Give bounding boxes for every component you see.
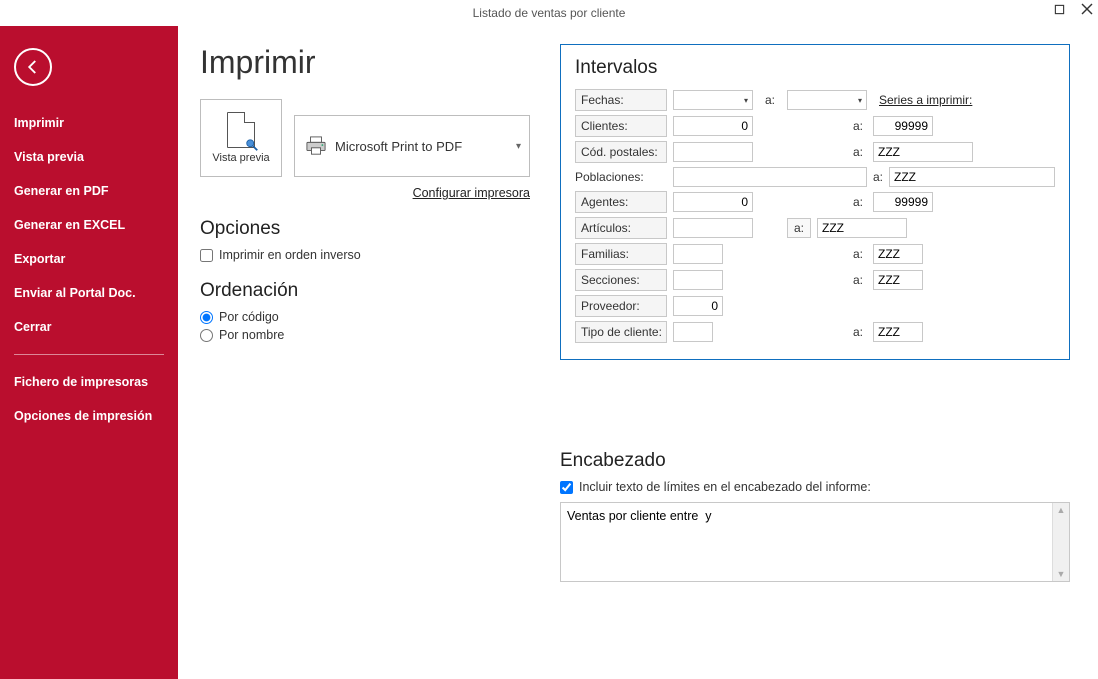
page-title: Imprimir xyxy=(200,44,530,81)
intervalos-panel: Intervalos Fechas: ▾ a: ▾ Series a impri… xyxy=(560,44,1070,360)
vista-previa-button[interactable]: Vista previa xyxy=(200,99,282,177)
clientes-label: Clientes: xyxy=(575,115,667,137)
a-label: a: xyxy=(787,218,811,238)
poblaciones-to-input[interactable] xyxy=(889,167,1055,187)
sidebar-item-cerrar[interactable]: Cerrar xyxy=(0,310,178,344)
agentes-to-input[interactable] xyxy=(873,192,933,212)
a-label: a: xyxy=(787,145,867,159)
printer-icon xyxy=(305,136,327,156)
fechas-from-combo[interactable]: ▾ xyxy=(673,90,753,110)
sidebar-item-vista[interactable]: Vista previa xyxy=(0,140,178,174)
sort-name-input[interactable] xyxy=(200,329,213,342)
configure-printer-link[interactable]: Configurar impresora xyxy=(413,186,530,200)
agentes-label: Agentes: xyxy=(575,191,667,213)
fechas-label: Fechas: xyxy=(575,89,667,111)
reverse-order-input[interactable] xyxy=(200,249,213,262)
a-label: a: xyxy=(873,170,883,184)
include-limits-checkbox[interactable]: Incluir texto de límites en el encabezad… xyxy=(560,480,1070,494)
chevron-down-icon: ▾ xyxy=(744,96,748,105)
back-button[interactable] xyxy=(14,48,52,86)
sidebar-item-imprimir[interactable]: Imprimir xyxy=(0,106,178,140)
vista-previa-label: Vista previa xyxy=(212,152,269,164)
intervalos-heading: Intervalos xyxy=(575,57,1055,79)
titlebar: Listado de ventas por cliente xyxy=(0,0,1098,26)
sort-name-label: Por nombre xyxy=(219,328,284,342)
sidebar-separator xyxy=(14,354,164,355)
cp-from-input[interactable] xyxy=(673,142,753,162)
a-label: a: xyxy=(787,247,867,261)
sidebar-item-pdf[interactable]: Generar en PDF xyxy=(0,174,178,208)
printer-selector[interactable]: Microsoft Print to PDF ▾ xyxy=(294,115,530,177)
poblaciones-from-input[interactable] xyxy=(673,167,867,187)
magnifier-icon xyxy=(245,138,259,152)
proveedor-from-input[interactable] xyxy=(673,296,723,316)
agentes-from-input[interactable] xyxy=(673,192,753,212)
printer-name: Microsoft Print to PDF xyxy=(335,139,462,154)
a-label: a: xyxy=(787,325,867,339)
header-textarea[interactable] xyxy=(561,503,1052,581)
poblaciones-label: Poblaciones: xyxy=(575,167,667,187)
fechas-to-combo[interactable]: ▾ xyxy=(787,90,867,110)
cp-to-input[interactable] xyxy=(873,142,973,162)
header-textarea-wrap: ▲▼ xyxy=(560,502,1070,582)
a-label: a: xyxy=(787,273,867,287)
articulos-from-input[interactable] xyxy=(673,218,753,238)
scroll-down-icon[interactable]: ▼ xyxy=(1057,569,1066,579)
reverse-order-checkbox[interactable]: Imprimir en orden inverso xyxy=(200,248,530,262)
encabezado-heading: Encabezado xyxy=(560,450,1070,472)
familias-from-input[interactable] xyxy=(673,244,723,264)
maximize-icon[interactable] xyxy=(1052,2,1066,16)
tipocli-label: Tipo de cliente: xyxy=(575,321,667,343)
secciones-to-input[interactable] xyxy=(873,270,923,290)
a-label: a: xyxy=(787,119,867,133)
familias-label: Familias: xyxy=(575,243,667,265)
sort-by-name-radio[interactable]: Por nombre xyxy=(200,328,530,342)
a-label: a: xyxy=(759,93,781,107)
clientes-from-input[interactable] xyxy=(673,116,753,136)
sidebar-item-excel[interactable]: Generar en EXCEL xyxy=(0,208,178,242)
reverse-order-label: Imprimir en orden inverso xyxy=(219,248,361,262)
chevron-down-icon: ▾ xyxy=(516,141,521,152)
articulos-label: Artículos: xyxy=(575,217,667,239)
cp-label: Cód. postales: xyxy=(575,141,667,163)
close-icon[interactable] xyxy=(1080,2,1094,16)
sidebar: Imprimir Vista previa Generar en PDF Gen… xyxy=(0,26,178,679)
secciones-from-input[interactable] xyxy=(673,270,723,290)
scrollbar[interactable]: ▲▼ xyxy=(1052,503,1069,581)
sidebar-item-opciones[interactable]: Opciones de impresión xyxy=(0,399,178,433)
tipocli-to-input[interactable] xyxy=(873,322,923,342)
chevron-down-icon: ▾ xyxy=(858,96,862,105)
articulos-to-input[interactable] xyxy=(817,218,907,238)
options-heading: Opciones xyxy=(200,218,530,240)
sort-code-label: Por código xyxy=(219,310,279,324)
scroll-up-icon[interactable]: ▲ xyxy=(1057,505,1066,515)
sidebar-item-fichero[interactable]: Fichero de impresoras xyxy=(0,365,178,399)
clientes-to-input[interactable] xyxy=(873,116,933,136)
proveedor-label: Proveedor: xyxy=(575,295,667,317)
content: Imprimir Vista previa xyxy=(178,26,1098,679)
include-limits-input[interactable] xyxy=(560,481,573,494)
a-label: a: xyxy=(787,195,867,209)
sidebar-item-exportar[interactable]: Exportar xyxy=(0,242,178,276)
sort-code-input[interactable] xyxy=(200,311,213,324)
secciones-label: Secciones: xyxy=(575,269,667,291)
include-limits-label: Incluir texto de límites en el encabezad… xyxy=(579,480,871,494)
window-title: Listado de ventas por cliente xyxy=(473,6,626,20)
sort-by-code-radio[interactable]: Por código xyxy=(200,310,530,324)
window-controls xyxy=(1052,2,1094,16)
sidebar-item-portal[interactable]: Enviar al Portal Doc. xyxy=(0,276,178,310)
familias-to-input[interactable] xyxy=(873,244,923,264)
series-imprimir-link[interactable]: Series a imprimir: xyxy=(879,93,972,107)
tipocli-from-input[interactable] xyxy=(673,322,713,342)
sort-heading: Ordenación xyxy=(200,280,530,302)
